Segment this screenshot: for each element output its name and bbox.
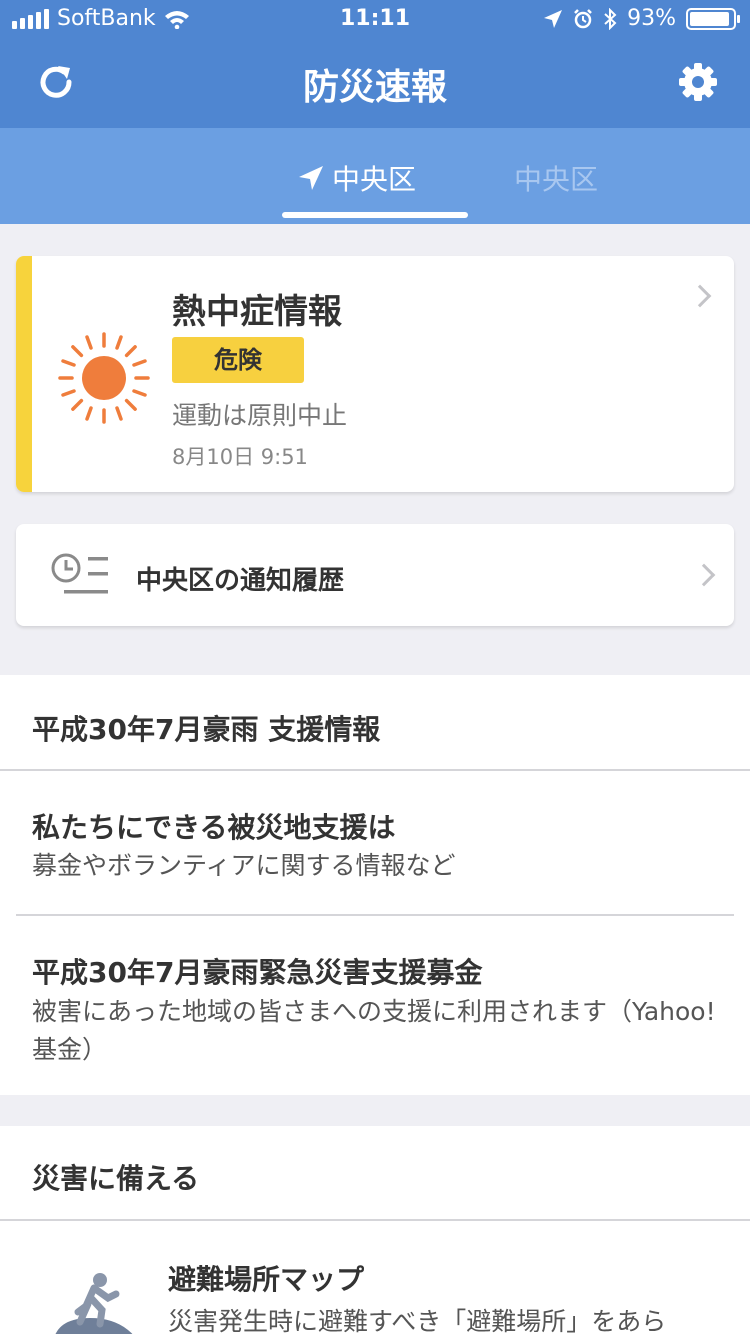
list-item-description: 災害発生時に避難すべき「避難場所」をあら [168, 1307, 667, 1334]
bluetooth-icon [604, 7, 617, 30]
list-item-description: 被害にあった地域の皆さまへの支援に利用されます（Yahoo!基金） [32, 997, 716, 1064]
active-tab-indicator [282, 212, 468, 218]
notification-history-title: 中央区の通知履歴 [136, 566, 345, 596]
location-arrow-icon [544, 9, 563, 28]
heatstroke-card[interactable]: 熱中症情報 危険 運動は原則中止 8月10日 9:51 [16, 256, 734, 492]
gear-icon[interactable] [678, 62, 718, 102]
battery-fill [690, 11, 730, 26]
heatstroke-description: 運動は原則中止 [172, 401, 348, 430]
tab-registered-area[interactable]: 中央区 [514, 158, 598, 198]
list-item-title: 避難場所マップ [168, 1263, 365, 1296]
evacuation-person-icon [55, 1273, 133, 1334]
battery-percent: 93% [627, 6, 676, 31]
status-right: 93% [543, 6, 740, 31]
section-heading: 平成30年7月豪雨 支援情報 [32, 713, 381, 746]
divider [16, 914, 734, 916]
sun-icon [58, 332, 150, 424]
support-info-section: 平成30年7月豪雨 支援情報 私たちにできる被災地支援は 募金やボランティアに関… [0, 675, 750, 1095]
alarm-icon [574, 8, 592, 28]
divider [0, 1219, 750, 1221]
section-heading: 災害に備える [32, 1162, 200, 1195]
battery-icon [686, 7, 740, 30]
tab-current-location[interactable]: 中央区 [298, 158, 416, 198]
area-tabs: 中央区 中央区 [0, 128, 750, 224]
danger-level-badge: 危険 [172, 337, 304, 383]
tab-label: 中央区 [514, 163, 599, 196]
disaster-preparation-section: 災害に備える 避難場所マップ 災害発生時に避難すべき「避難場所」をあら [0, 1126, 750, 1334]
location-arrow-icon [299, 166, 323, 190]
clock-list-icon [51, 553, 108, 594]
notification-history-card[interactable]: 中央区の通知履歴 [16, 524, 734, 626]
tab-label: 中央区 [332, 163, 417, 196]
divider [0, 769, 750, 771]
list-item-description: 募金やボランティアに関する情報など [32, 851, 456, 880]
heatstroke-title: 熱中症情報 [172, 292, 342, 332]
list-item-title: 私たちにできる被災地支援は [32, 811, 396, 844]
list-item-title: 平成30年7月豪雨緊急災害支援募金 [32, 956, 483, 989]
heatstroke-timestamp: 8月10日 9:51 [172, 445, 308, 469]
chevron-right-icon [692, 563, 716, 587]
page-title: 防災速報 [302, 67, 447, 108]
status-bar: SoftBank 11:11 93% [0, 0, 750, 40]
app-header: SoftBank 11:11 93% 防災速報 [0, 0, 750, 128]
warning-accent-bar [16, 256, 32, 492]
chevron-right-icon [688, 284, 712, 308]
